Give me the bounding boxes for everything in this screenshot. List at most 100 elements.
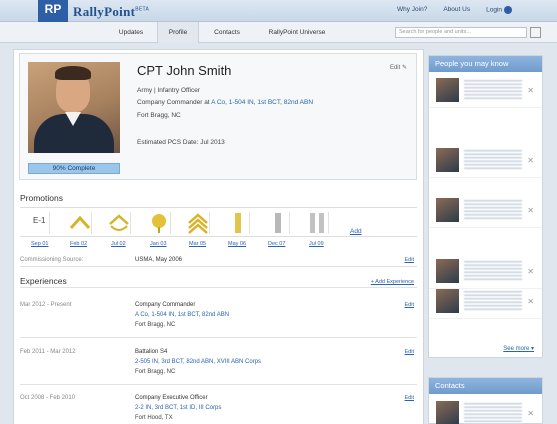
- close-icon[interactable]: ✕: [527, 267, 534, 276]
- double-chevron-icon: [186, 212, 210, 234]
- people-panel-title: People you may know: [429, 56, 542, 72]
- edit-experience-link[interactable]: Edit: [405, 395, 414, 401]
- pcs-date: Estimated PCS Date: Jul 2013: [137, 139, 225, 146]
- contact-item[interactable]: ✕: [429, 397, 542, 424]
- close-icon[interactable]: ✕: [527, 156, 534, 165]
- profile-branch: Army | Infantry Officer: [137, 87, 200, 94]
- gold-bar-icon: [226, 212, 250, 234]
- profile-role: Company Commander at A Co, 1-504 IN, 1st…: [137, 99, 314, 106]
- people-you-may-know-panel: People you may know ✕ ✕ ✕ ✕ ✕ See more ▾: [428, 55, 543, 358]
- rank-e1-label: E-1: [33, 216, 46, 225]
- promotion-date[interactable]: Dec 07: [268, 241, 285, 247]
- login-label: Login: [486, 6, 502, 14]
- suggested-person[interactable]: ✕: [429, 255, 542, 289]
- suggested-person[interactable]: ✕: [429, 285, 542, 319]
- close-icon[interactable]: ✕: [527, 297, 534, 306]
- experience-dates: Oct 2008 - Feb 2010: [20, 395, 76, 401]
- see-more-link[interactable]: See more ▾: [503, 345, 534, 352]
- unit-link[interactable]: A Co, 1-504 IN: [211, 99, 254, 106]
- suggested-person[interactable]: ✕: [429, 144, 542, 178]
- experience-units[interactable]: 2-505 IN, 3rd BCT, 82nd ABN, XVIII ABN C…: [135, 359, 261, 365]
- person-details: [464, 289, 522, 311]
- why-join-link[interactable]: Why Join?: [397, 6, 427, 14]
- experience-location: Fort Hood, TX: [135, 415, 173, 421]
- tab-updates[interactable]: Updates: [110, 22, 152, 43]
- arrow-right-icon: ›: [504, 6, 512, 14]
- experience-title: Battalion S4: [135, 349, 168, 355]
- edit-experience-link[interactable]: Edit: [405, 302, 414, 308]
- avatar[interactable]: [436, 259, 459, 283]
- divider: [20, 337, 417, 338]
- promotion-date[interactable]: Feb 02: [70, 241, 87, 247]
- promotion-date[interactable]: Mar 05: [189, 241, 206, 247]
- person-details: [464, 148, 522, 170]
- tab-profile[interactable]: Profile: [157, 22, 199, 43]
- contacts-panel-title: Contacts: [429, 378, 542, 394]
- brand-text: RallyPoint: [73, 4, 136, 19]
- beta-tag: BETA: [135, 6, 150, 13]
- contacts-panel: Contacts ✕: [428, 377, 543, 424]
- login-link[interactable]: Login ›: [486, 6, 512, 14]
- chevron-rocker-icon: [107, 212, 131, 234]
- edit-profile-button[interactable]: Edit ✎: [390, 64, 407, 71]
- about-us-link[interactable]: About Us: [443, 6, 470, 14]
- profile-name: CPT John Smith: [137, 63, 232, 78]
- promotion-date[interactable]: Jul 02: [111, 241, 126, 247]
- profile-progress-bar: 90% Complete: [28, 163, 120, 174]
- divider: [20, 287, 417, 288]
- silver-bar-icon: [266, 212, 290, 234]
- captain-bars-icon: [305, 212, 329, 234]
- main-panel: 90% Complete CPT John Smith Army | Infan…: [13, 49, 424, 424]
- suggested-person[interactable]: ✕: [429, 194, 542, 228]
- experience-dates: Mar 2012 - Present: [20, 302, 72, 308]
- see-more-label: See more: [503, 346, 530, 352]
- top-links: Why Join? About Us Login ›: [397, 6, 512, 14]
- role-prefix: Company Commander at: [137, 99, 210, 106]
- person-details: [464, 259, 522, 281]
- avatar[interactable]: [436, 78, 459, 102]
- edit-commissioning-link[interactable]: Edit: [405, 257, 414, 263]
- promotion-date[interactable]: Jul 09: [309, 241, 324, 247]
- sub-navigation: Updates Profile Contacts RallyPoint Univ…: [0, 22, 557, 43]
- avatar[interactable]: [436, 198, 459, 222]
- tab-rallypoint-universe[interactable]: RallyPoint Universe: [256, 22, 338, 43]
- unit-link[interactable]: 82nd ABN: [284, 99, 313, 106]
- search-button[interactable]: [530, 27, 541, 38]
- avatar[interactable]: [436, 401, 459, 424]
- insignia-icon: [147, 212, 171, 234]
- tab-contacts[interactable]: Contacts: [204, 22, 250, 43]
- avatar[interactable]: [436, 289, 459, 313]
- experience-location: Fort Bragg, NC: [135, 369, 176, 375]
- person-details: [464, 78, 522, 100]
- close-icon[interactable]: ✕: [527, 86, 534, 95]
- promotion-date[interactable]: Jan 03: [150, 241, 167, 247]
- divider: [20, 266, 417, 267]
- chevron-down-icon: ▾: [530, 346, 534, 352]
- close-icon[interactable]: ✕: [527, 409, 534, 418]
- add-experience-link[interactable]: + Add Experience: [371, 279, 414, 285]
- add-promotion-link[interactable]: Add: [350, 228, 362, 235]
- chevron-icon: [68, 212, 92, 234]
- experience-units[interactable]: A Co, 1-504 IN, 1st BCT, 82nd ABN: [135, 312, 229, 318]
- experience-location: Fort Bragg, NC: [135, 322, 176, 328]
- edit-experience-link[interactable]: Edit: [405, 349, 414, 355]
- experience-dates: Feb 2011 - Mar 2012: [20, 349, 76, 355]
- brand-name[interactable]: RallyPointBETA: [73, 4, 149, 20]
- experience-title: Company Executive Officer: [135, 395, 208, 401]
- experience-units[interactable]: 2-2 IN, 3rd BCT, 1st ID, III Corps: [135, 405, 221, 411]
- person-details: [464, 198, 522, 220]
- search-input[interactable]: Search for people and units...: [395, 27, 527, 38]
- promotion-date[interactable]: May 06: [228, 241, 246, 247]
- profile-photo: [28, 62, 120, 153]
- suggested-person[interactable]: ✕: [429, 74, 542, 108]
- commissioning-value: USMA, May 2006: [135, 257, 183, 263]
- promotion-date[interactable]: Sep 01: [31, 241, 48, 247]
- profile-location: Fort Bragg, NC: [137, 112, 181, 119]
- profile-card: 90% Complete CPT John Smith Army | Infan…: [19, 53, 417, 180]
- experience-title: Company Commander: [135, 302, 196, 308]
- close-icon[interactable]: ✕: [527, 206, 534, 215]
- unit-link[interactable]: 1st BCT: [257, 99, 280, 106]
- contact-details: [464, 401, 522, 423]
- avatar[interactable]: [436, 148, 459, 172]
- promotions-title: Promotions: [20, 193, 63, 203]
